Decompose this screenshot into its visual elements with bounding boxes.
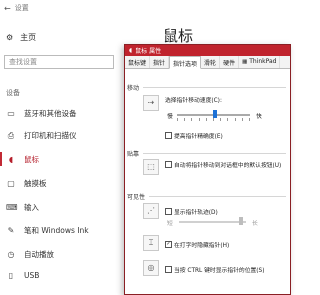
dialog-title: 鼠标 属性 [135,48,162,55]
visibility-heading: 可见性 [127,194,146,201]
page-title: 鼠标 [163,27,194,45]
short-label: 短 [167,221,173,227]
nav-item-label: 鼠标 [24,155,39,164]
nav-item-label: 笔和 Windows Ink [24,226,89,235]
search-input[interactable]: 查找设置 [4,55,114,69]
nav-item-bluetooth[interactable]: ▭ 蓝牙和其他设备 [6,108,77,119]
speed-label: 选择指针移动速度(C): [165,98,222,104]
nav-item-pen[interactable]: ✎ 笔和 Windows Ink [6,225,89,236]
pointer-speed-icon: ⇢ [143,95,159,111]
thinkpad-icon: ▦ [242,59,248,65]
nav-item-touchpad[interactable]: ▢ 触摸板 [6,178,47,189]
nav-item-label: 自动播放 [24,250,54,259]
nav-item-label: USB [24,271,40,280]
hide-while-typing-label: 在打字时隐藏指针(H) [174,243,230,249]
tab-thinkpad-label: ThinkPad [249,58,277,65]
snap-divider [143,153,286,154]
dialog-tabs: 鼠标键 指针 指针选项 滑轮 硬件 ▦ ThinkPad [125,56,290,69]
motion-divider [143,87,286,88]
tab-buttons[interactable]: 鼠标键 [125,56,151,68]
mouse-properties-dialog: ◖ 鼠标 属性 鼠标键 指针 指针选项 滑轮 硬件 ▦ ThinkPad 移动 … [124,44,291,295]
nav-item-label: 输入 [24,203,39,212]
ctrl-locate-label: 当按 CTRL 键时显示指针的位置(S) [174,268,265,274]
touchpad-icon: ▢ [7,179,15,188]
trails-checkbox[interactable] [165,208,172,215]
nav-item-label: 触摸板 [24,179,47,188]
tab-pointers[interactable]: 指针 [150,56,170,68]
nav-item-usb[interactable]: ▯ USB [6,271,40,280]
snap-label: 自动将指针移动到对话框中的默认按钮(U) [174,163,282,169]
pen-icon: ✎ [7,226,15,235]
motion-heading: 移动 [127,85,140,92]
trails-slider-track[interactable] [179,221,246,223]
tab-pointer-options[interactable]: 指针选项 [169,56,202,69]
tab-hardware[interactable]: 硬件 [220,56,240,68]
trails-slider-thumb[interactable] [239,217,243,225]
back-arrow-icon[interactable]: ← [4,4,11,13]
mouse-icon: ◖ [8,155,14,164]
precision-checkbox[interactable] [165,132,172,139]
settings-title: 设置 [14,4,29,12]
home-icon: ⚙ [6,33,14,42]
fast-label: 快 [256,114,262,120]
settings-titlebar: ← 设置 [4,3,29,13]
keyboard-icon: ⌨ [6,203,18,212]
speed-slider-thumb[interactable] [213,110,217,118]
nav-item-typing[interactable]: ⌨ 输入 [6,202,39,213]
hide-pointer-icon: ⌶ [143,235,159,251]
hide-while-typing-checkbox[interactable]: ✓ [165,241,172,248]
nav-item-printers[interactable]: ⎙ 打印机和扫描仪 [6,130,77,141]
bluetooth-icon: ▭ [7,109,15,118]
printer-icon: ⎙ [7,130,15,140]
snap-checkbox[interactable] [165,161,172,168]
ctrl-locate-checkbox[interactable] [165,266,172,273]
long-label: 长 [252,221,258,227]
home-label: 主页 [20,33,37,42]
nav-item-mouse[interactable]: ◖ 鼠标 [6,154,39,165]
nav-item-label: 打印机和扫描仪 [24,131,77,140]
autoplay-icon: ◷ [7,250,15,259]
tab-thinkpad[interactable]: ▦ ThinkPad [239,56,281,68]
dialog-titlebar[interactable]: ◖ 鼠标 属性 [125,45,290,56]
search-placeholder: 查找设置 [9,58,37,66]
visibility-divider [149,196,286,197]
snap-to-icon: ⬚ [143,159,159,175]
nav-group-title: 设备 [6,89,20,97]
slow-label: 慢 [167,114,173,120]
tab-wheel[interactable]: 滑轮 [201,56,221,68]
usb-icon: ▯ [8,271,14,280]
mouse-icon: ◖ [129,47,133,54]
pointer-trails-icon: ⋰ [143,203,159,219]
active-indicator [0,152,2,166]
trails-label: 显示指针轨迹(D) [174,210,218,216]
nav-item-autoplay[interactable]: ◷ 自动播放 [6,249,55,260]
snap-heading: 贴靠 [127,151,140,158]
ctrl-locate-icon: ◎ [143,260,159,276]
precision-label: 提高指针精确度(E) [174,134,223,140]
nav-item-label: 蓝牙和其他设备 [24,109,77,118]
nav-home[interactable]: ⚙ 主页 [6,32,36,43]
speed-slider-ticks [177,118,250,121]
